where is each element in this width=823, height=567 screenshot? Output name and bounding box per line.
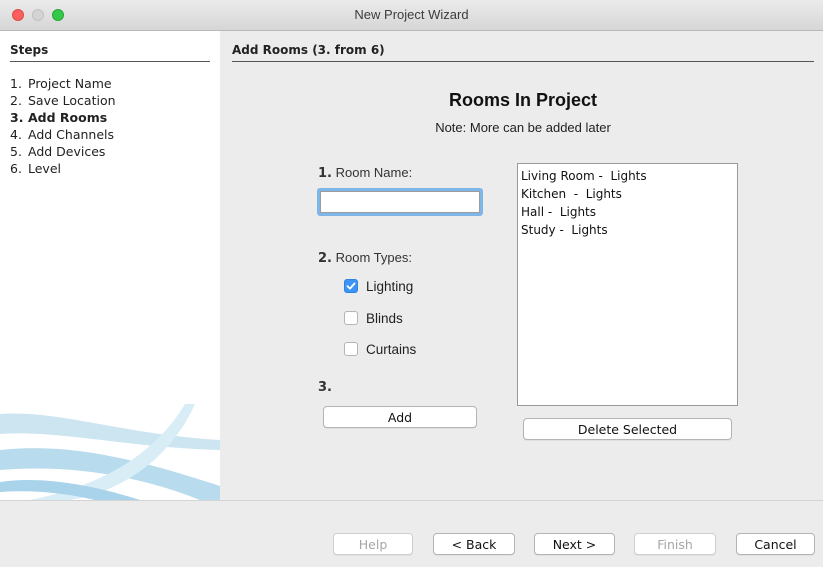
title-bar: New Project Wizard — [0, 0, 823, 31]
window-title: New Project Wizard — [354, 7, 469, 22]
curtains-checkbox[interactable] — [344, 342, 358, 356]
room-name-label: 1. Room Name: — [318, 165, 413, 181]
blinds-checkbox-row[interactable]: Blinds — [344, 309, 403, 327]
finish-button[interactable]: Finish — [634, 533, 716, 555]
curtains-label: Curtains — [366, 341, 417, 357]
step-item-current: 3. Add Rooms — [10, 110, 108, 125]
step-item: 1. Project Name — [10, 76, 112, 91]
step-item: 2. Save Location — [10, 93, 116, 108]
help-button[interactable]: Help — [333, 533, 413, 555]
step-item: 6. Level — [10, 161, 61, 176]
blinds-label: Blinds — [366, 310, 403, 326]
list-item[interactable]: Kitchen - Lights — [521, 185, 737, 203]
lighting-checkbox-row[interactable]: Lighting — [344, 277, 413, 295]
lighting-checkbox[interactable] — [344, 279, 358, 293]
back-button[interactable]: < Back — [433, 533, 515, 555]
list-item[interactable]: Living Room - Lights — [521, 167, 737, 185]
curtains-checkbox-row[interactable]: Curtains — [344, 340, 416, 358]
next-button[interactable]: Next > — [534, 533, 615, 555]
steps-panel: Steps 1. Project Name 2. Save Location 3. A… — [0, 31, 220, 500]
decorative-swoosh-graphic — [0, 404, 220, 500]
check-icon — [346, 282, 356, 290]
add-room-button[interactable]: Add — [323, 406, 477, 428]
lighting-label: Lighting — [366, 278, 414, 294]
step-item: 5. Add Devices — [10, 144, 106, 159]
steps-list: 1. Project Name 2. Save Location 3. Add Roo… — [10, 75, 116, 177]
footer-divider — [0, 500, 823, 501]
steps-heading: Steps — [10, 43, 210, 62]
content-heading: Add Rooms (3. from 6) — [232, 43, 814, 62]
room-types-label: 2. Room Types: — [318, 250, 412, 266]
rooms-note: Note: More can be added later — [435, 120, 611, 135]
rooms-list[interactable]: Living Room - Lights Kitchen - Lights Ha… — [517, 163, 738, 406]
delete-selected-button[interactable]: Delete Selected — [523, 418, 732, 440]
blinds-checkbox[interactable] — [344, 311, 358, 325]
step-3-label: 3. — [318, 380, 332, 395]
list-item[interactable]: Hall - Lights — [521, 203, 737, 221]
cancel-button[interactable]: Cancel — [736, 533, 815, 555]
list-item[interactable]: Study - Lights — [521, 221, 737, 239]
room-name-input[interactable] — [320, 191, 480, 213]
step-item: 4. Add Channels — [10, 127, 115, 142]
page-title: Rooms In Project — [448, 90, 598, 110]
